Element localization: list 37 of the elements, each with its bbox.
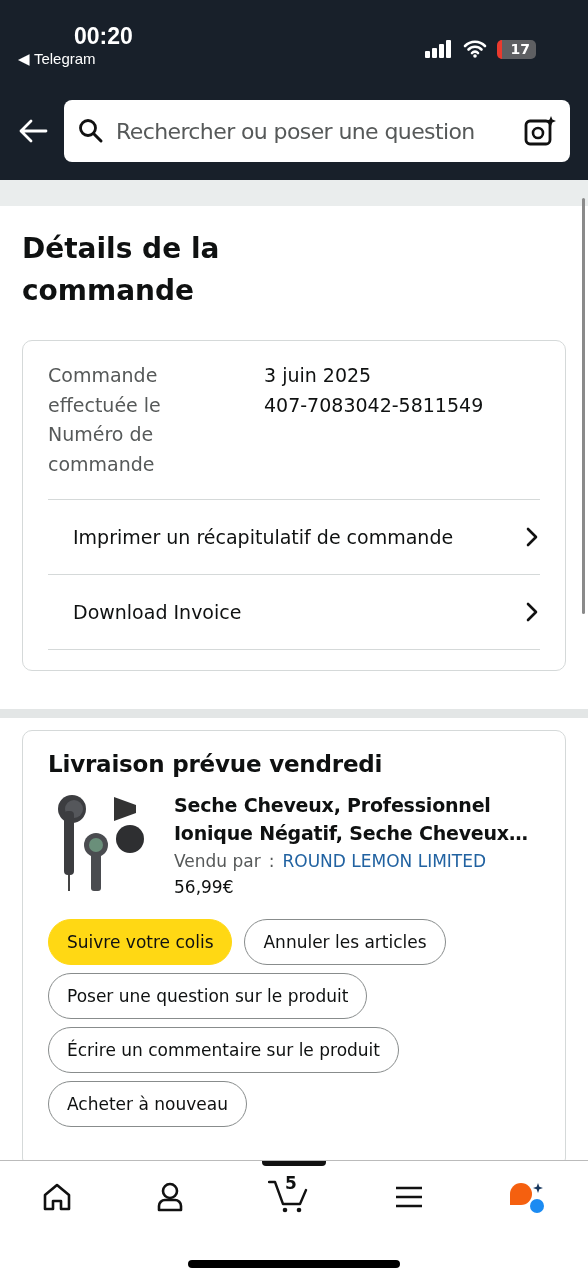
sold-by-label: Vendu par bbox=[174, 851, 261, 871]
battery-indicator: 17 bbox=[496, 39, 536, 59]
camera-icon[interactable] bbox=[524, 116, 556, 146]
order-value: 3 juin 2025 bbox=[264, 363, 373, 388]
chevron-right-icon bbox=[526, 602, 538, 622]
search-icon bbox=[78, 118, 104, 144]
product-title[interactable]: Seche Cheveux, Professionnel Ionique Négatif, Seche Cheveux… bbox=[174, 791, 540, 847]
back-to-app-link[interactable]: ◀ Telegram bbox=[18, 50, 96, 68]
order-link-row[interactable]: Download Invoice bbox=[48, 575, 540, 650]
assistant-icon[interactable] bbox=[508, 1180, 546, 1214]
order-label: Numéro de commande bbox=[48, 422, 156, 477]
signal-icon bbox=[424, 40, 453, 58]
person-icon[interactable] bbox=[156, 1182, 184, 1212]
order-label: Commande effectuée le bbox=[48, 363, 162, 418]
search-bar[interactable]: Rechercher ou poser une question bbox=[64, 100, 570, 162]
order-link-row[interactable]: Imprimer un récapitulatif de commande bbox=[48, 500, 540, 575]
action-button[interactable]: Suivre votre colis bbox=[48, 919, 233, 965]
action-button[interactable]: Écrire un commentaire sur le produit bbox=[48, 1027, 399, 1073]
back-arrow-icon[interactable] bbox=[18, 119, 48, 143]
menu-icon[interactable] bbox=[394, 1185, 424, 1209]
product-price: 56,99€ bbox=[174, 877, 235, 897]
order-value: 407-7083042-5811549 bbox=[264, 392, 484, 418]
action-button[interactable]: Acheter à nouveau bbox=[48, 1081, 247, 1127]
action-button[interactable]: Annuler les articles bbox=[244, 919, 446, 965]
order-details-title: Détails de la commande bbox=[22, 231, 221, 309]
order-link-label: Download Invoice bbox=[73, 601, 242, 623]
wifi-icon bbox=[462, 40, 487, 58]
separator-colon: : bbox=[268, 851, 275, 871]
status-time: 00:20 bbox=[74, 22, 133, 50]
delivery-title: Livraison prévue vendredi bbox=[48, 751, 384, 777]
action-button[interactable]: Poser une question sur le produit bbox=[48, 973, 368, 1019]
search-field[interactable]: Rechercher ou poser une question bbox=[116, 118, 512, 144]
seller-link[interactable]: ROUND LEMON LIMITED bbox=[282, 851, 487, 871]
sheet-handle bbox=[262, 1161, 326, 1166]
chevron-right-icon bbox=[526, 527, 538, 547]
home-icon[interactable] bbox=[42, 1183, 72, 1211]
order-link-label: Imprimer un récapitulatif de commande bbox=[73, 526, 454, 548]
